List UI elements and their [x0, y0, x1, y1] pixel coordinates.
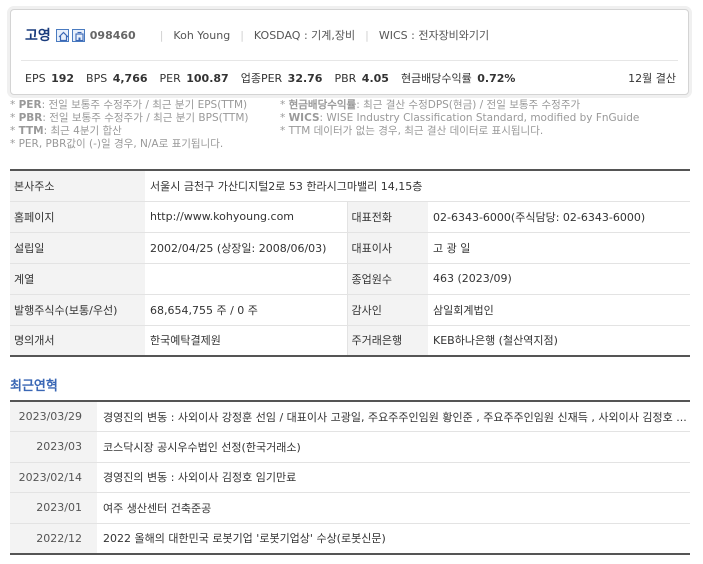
summary-stats: EPS 192 BPS 4,766 PER 100.87 업종PER 32.76…: [25, 68, 676, 88]
table-row: 홈페이지 http://www.kohyoung.com 대표전화 02-634…: [10, 201, 690, 233]
history-date: 2023/01: [10, 492, 97, 524]
auditor-value: 삼일회계법인: [428, 294, 690, 326]
stock-code: 098460: [89, 28, 136, 42]
note-na: * PER, PBR값이 (-)일 경우, N/A로 표기됩니다.: [10, 138, 224, 150]
english-name: Koh Young: [173, 28, 231, 42]
stat-industry-per: 업종PER 32.76: [240, 72, 323, 85]
shares-label: 발행주식수(보통/우선): [10, 294, 145, 326]
table-row: 2022/12 2022 올해의 대한민국 로봇기업 '로봇기업상' 수상(로봇…: [10, 523, 690, 554]
company-info-table: 본사주소 서울시 금천구 가산디지털2로 53 한라시그마밸리 14,15층 홈…: [10, 169, 690, 357]
stat-per: PER 100.87: [159, 71, 229, 85]
history-text: 경영진의 변동 : 사외이사 강정훈 선임 / 대표이사 고광일, 주요주주인임…: [97, 401, 690, 432]
address-value: 서울시 금천구 가산디지털2로 53 한라시그마밸리 14,15층: [145, 170, 690, 202]
note-dividend: * 현금배당수익률: 최근 결산 수정DPS(현금) / 전일 보통주 수정주가: [280, 99, 581, 111]
note-wics: * WICS: WISE Industry Classification Sta…: [280, 112, 640, 124]
founded-value: 2002/04/25 (상장일: 2008/06/03): [145, 232, 347, 264]
note-per: * PER: 전일 보통주 수정주가 / 최근 분기 EPS(TTM): [10, 99, 248, 111]
divider: |: [365, 28, 369, 42]
ceo-value: 고 광 일: [428, 232, 690, 264]
table-row: 2023/02/14 경영진의 변동 : 사외이사 김정호 임기만료: [10, 462, 690, 493]
homepage-label: 홈페이지: [10, 201, 145, 233]
note-ttm-missing: * TTM 데이터가 없는 경우, 최근 결산 데이터로 표시됩니다.: [280, 125, 544, 137]
footnotes-right: * 현금배당수익률: 최근 결산 수정DPS(현금) / 전일 보통주 수정주가…: [280, 99, 639, 138]
table-row: 본사주소 서울시 금천구 가산디지털2로 53 한라시그마밸리 14,15층: [10, 170, 690, 202]
market-sector: KOSDAQ : 기계,장비: [253, 29, 356, 42]
table-row: 명의개서 한국예탁결제원 주거래은행 KEB하나은행 (철산역지점): [10, 325, 690, 356]
history-date: 2022/12: [10, 523, 97, 554]
affiliate-label: 계열: [10, 263, 145, 295]
stat-eps: EPS 192: [25, 71, 75, 85]
history-date: 2023/02/14: [10, 462, 97, 493]
homepage-link[interactable]: http://www.kohyoung.com: [145, 201, 347, 233]
transfer-agent-value: 한국예탁결제원: [150, 334, 221, 348]
history-text: 여주 생산센터 건축준공: [97, 492, 690, 524]
auditor-label: 감사인: [346, 294, 428, 326]
history-date: 2023/03/29: [10, 401, 97, 432]
address-label: 본사주소: [10, 170, 145, 202]
employees-label: 종업원수: [346, 263, 428, 295]
bank-value: KEB하나은행 (철산역지점): [433, 334, 558, 348]
table-row: 계열 종업원수 463 (2023/09): [10, 263, 690, 295]
transfer-agent-label: 명의개서: [10, 325, 145, 356]
home-icon[interactable]: [55, 28, 69, 42]
table-row: 2023/01 여주 생산센터 건축준공: [10, 492, 690, 524]
table-row: 설립일 2002/04/25 (상장일: 2008/06/03) 대표이사 고 …: [10, 232, 690, 264]
shares-value: 68,654,755 주 / 0 주: [145, 294, 347, 326]
table-row: 2023/03 코스닥시장 공시우수법인 선정(한국거래소): [10, 431, 690, 463]
history-text: 2022 올해의 대한민국 로봇기업 '로봇기업상' 수상(로봇신문): [103, 532, 386, 545]
divider: |: [159, 28, 164, 42]
stat-dividend-yield: 현금배당수익률 0.72%: [400, 72, 516, 85]
bank-label: 주거래은행: [346, 325, 428, 356]
settlement-month: 12월 결산: [628, 72, 676, 85]
stat-bps: BPS 4,766: [86, 71, 148, 85]
founded-label: 설립일: [10, 232, 145, 264]
table-row: 2023/03/29 경영진의 변동 : 사외이사 강정훈 선임 / 대표이사 …: [10, 401, 690, 432]
summary-divider: [21, 60, 678, 61]
history-text: 코스닥시장 공시우수법인 선정(한국거래소): [97, 431, 690, 463]
note-ttm: * TTM: 최근 4분기 합산: [10, 125, 122, 137]
ceo-label: 대표이사: [346, 232, 428, 264]
note-pbr: * PBR: 전일 보통주 수정주가 / 최근 분기 BPS(TTM): [10, 112, 249, 124]
divider: |: [240, 28, 244, 42]
company-icon[interactable]: [71, 28, 85, 42]
phone-label: 대표전화: [346, 201, 428, 233]
company-summary: 고영 098460 | Koh Young | KOSDAQ : 기계,장비 |…: [10, 9, 689, 95]
history-title: 최근연혁: [10, 379, 58, 394]
wics-sector: WICS : 전자장비와기기: [378, 29, 490, 42]
summary-header: 고영 098460 | Koh Young | KOSDAQ : 기계,장비 |…: [11, 10, 688, 60]
stat-pbr: PBR 4.05: [334, 71, 389, 85]
footnotes-left: * PER: 전일 보통주 수정주가 / 최근 분기 EPS(TTM) * PB…: [10, 99, 249, 151]
history-date: 2023/03: [10, 431, 97, 463]
company-name: 고영: [25, 28, 51, 44]
employees-value: 463 (2023/09): [428, 263, 690, 295]
history-text: 경영진의 변동 : 사외이사 김정호 임기만료: [97, 462, 690, 493]
table-row: 발행주식수(보통/우선) 68,654,755 주 / 0 주 감사인 삼일회계…: [10, 294, 690, 326]
affiliate-value: [145, 263, 347, 295]
history-table: 2023/03/29 경영진의 변동 : 사외이사 강정훈 선임 / 대표이사 …: [10, 400, 690, 555]
phone-value: 02-6343-6000(주식담당: 02-6343-6000): [428, 201, 690, 233]
